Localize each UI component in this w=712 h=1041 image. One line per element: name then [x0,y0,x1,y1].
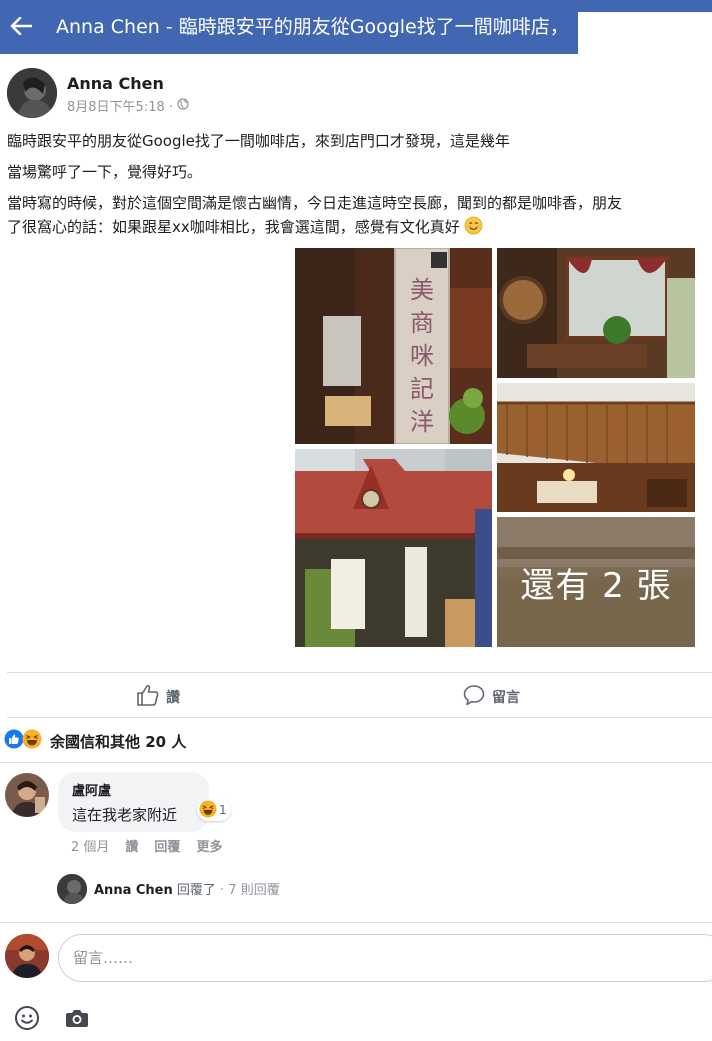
comment-label: 留言 [492,690,520,706]
reply-count: · 7 則回覆 [220,883,280,898]
photo-4-building-facade[interactable] [295,449,492,647]
thumbs-up-icon [136,683,160,711]
blank-overlay [578,12,712,190]
photo-2-cafe-interior[interactable] [497,248,695,378]
sign-char: 商 [410,309,434,337]
divider [0,762,712,763]
sign-char: 咪 [410,342,434,370]
comment-reaction-badge[interactable]: 1 [197,799,231,821]
post-text-line-4: 了很窩心的話：如果跟星xx咖啡相比，我會選這間，感覺有文化真好 [7,216,712,238]
vertical-sign: 美 商 咪 記 洋 [407,276,437,437]
like-label: 讚 [166,690,180,706]
reaction-summary[interactable]: 余國信和其他 20 人 [4,729,186,753]
photo-3-wooden-eaves[interactable] [497,383,695,512]
haha-reaction-icon [22,729,42,753]
divider [7,672,712,673]
post-text-line-3: 當時寫的時候，對於這個空間滿是懷古幽情，今日走進這時空長廊，聞到的都是咖啡香，朋… [7,194,623,212]
comment-author[interactable]: 盧阿盧 [72,780,195,799]
post-text-line-4-text: 了很窩心的話：如果跟星xx咖啡相比，我會選這間，感覺有文化真好 [7,218,460,236]
reply-action: 回覆了 [176,883,216,898]
commenter-avatar[interactable] [5,773,49,817]
like-reaction-icon [4,729,24,753]
comment-button[interactable]: 留言 [462,683,520,711]
comment-reply-link[interactable]: 回覆 [154,836,180,855]
speech-bubble-icon [462,683,486,711]
post-date[interactable]: 8月8日下午5:18 · [67,96,173,115]
reply-author-avatar[interactable] [57,874,87,904]
smiling-emoji-icon [464,216,483,235]
sign-char: 記 [410,375,434,403]
photo-1-storefront-sign[interactable]: 美 商 咪 記 洋 [295,248,492,444]
comment-time: 2 個月 [71,840,110,855]
comment-input[interactable] [58,934,712,982]
haha-reaction-icon [199,799,217,821]
comment-like-link[interactable]: 讚 [125,836,138,855]
post-meta: 8月8日下午5:18 · [67,96,189,115]
comment-reaction-count: 1 [219,803,227,817]
more-photos-label: 還有 2 張 [497,517,695,647]
like-button[interactable]: 讚 [136,683,180,711]
author-avatar[interactable] [7,68,57,118]
divider [0,922,712,923]
back-arrow-icon[interactable] [6,11,36,41]
sign-char: 美 [410,276,434,304]
reply-author: Anna Chen [94,883,173,898]
view-replies-link[interactable]: Anna Chen 回覆了 · 7 則回覆 [94,879,280,898]
camera-icon[interactable] [63,1004,91,1032]
photo-5-more-photos[interactable]: 還有 2 張 [497,517,695,647]
sign-char: 洋 [410,408,434,436]
comment-bubble[interactable]: 盧阿盧 這在我老家附近 [58,772,209,832]
comment-actions: 2 個月 讚 回覆 更多 [71,836,222,855]
current-user-avatar [5,934,49,978]
reaction-summary-text: 余國信和其他 20 人 [50,732,187,751]
divider [7,717,712,718]
author-name[interactable]: Anna Chen [67,74,164,93]
globe-icon [177,97,189,114]
emoji-picker-icon[interactable] [13,1004,41,1032]
comment-more-link[interactable]: 更多 [196,836,222,855]
comment-text: 這在我老家附近 [72,806,178,824]
